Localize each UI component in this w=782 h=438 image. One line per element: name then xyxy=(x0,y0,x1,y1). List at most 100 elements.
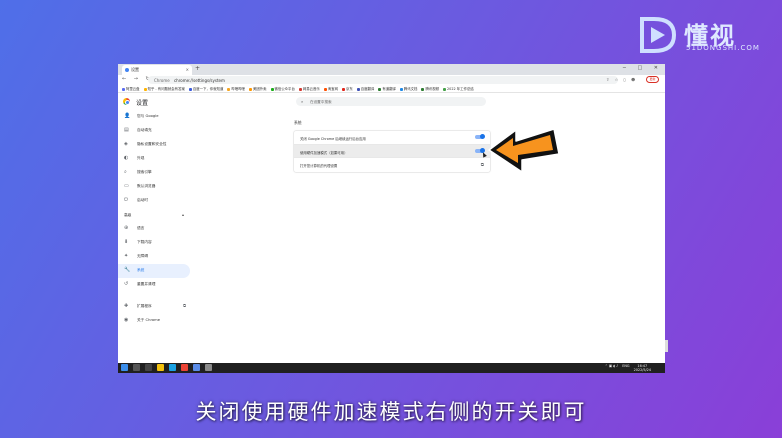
sidebar-item[interactable]: ▤ 自动填充 xyxy=(118,124,190,138)
clock[interactable]: 16:47 2022/5/24 xyxy=(634,364,651,372)
bookmark-label: 腾讯文档 xyxy=(403,87,418,91)
sidebar-item-label: 外观 xyxy=(137,156,145,160)
settings-row[interactable]: 打开您计算机的代理设置 ⧉ xyxy=(294,158,490,172)
bookmark-item[interactable]: 哔哩哔哩 xyxy=(227,85,245,92)
bookmark-item[interactable]: 网易云音乐 xyxy=(298,85,320,92)
sidebar-item-label: 隐私设置和安全性 xyxy=(137,142,167,146)
system-tray: ⌃ ▣ ◖ ♪ ENG 16:47 2022/5/24 xyxy=(605,364,651,372)
settings-icon[interactable] xyxy=(205,364,212,371)
shield-icon: ◈ xyxy=(124,141,128,147)
clock-date: 2022/5/24 xyxy=(633,367,651,372)
background-apps-toggle[interactable] xyxy=(475,134,485,140)
bookmark-item[interactable]: 京东 xyxy=(341,85,353,92)
sidebar-item-label: 语言 xyxy=(137,226,145,230)
search-icon[interactable] xyxy=(133,364,140,371)
close-tab-icon[interactable]: × xyxy=(186,67,189,72)
bookmark-label: 微信公众平台 xyxy=(274,87,295,91)
bookmark-item[interactable]: 知乎 - 有问题就会有答案 xyxy=(143,85,185,92)
advanced-label: 高级 xyxy=(124,213,132,217)
settings-sidebar: 👤 您与 Google ▤ 自动填充 ◈ 隐私设置和安全性 ◐ 外观 ⌕ 搜索引擎 ▭ 默认浏览器 ⏻ 启… xyxy=(118,110,190,328)
bookmark-item[interactable]: 美团外卖 xyxy=(248,85,267,92)
bookmark-label: 百度一下，你就知道 xyxy=(192,87,224,91)
update-button[interactable]: 更新 xyxy=(646,76,659,83)
chevron-up-icon: ▴ xyxy=(181,212,184,217)
taskbar-apps xyxy=(121,364,217,373)
tray-icons[interactable]: ⌃ ▣ ◖ ♪ xyxy=(605,364,618,368)
tab-settings[interactable]: 设置 × xyxy=(122,65,192,75)
sidebar-item[interactable]: ⌕ 搜索引擎 xyxy=(118,166,190,180)
edge-icon[interactable] xyxy=(169,364,176,371)
open-external-icon: ⧉ xyxy=(183,303,186,308)
bookmark-favicon-icon xyxy=(143,87,147,91)
sidebar-item[interactable]: ⊕ 语言 xyxy=(118,222,190,236)
toolbar-icons[interactable]: ⇪ ☆ ▯ ☻ xyxy=(606,77,637,82)
search-icon: ⌕ xyxy=(124,169,127,175)
bookmark-label: 哔哩哔哩 xyxy=(231,87,245,91)
open-external-icon[interactable]: ⧉ xyxy=(481,162,484,168)
sidebar-item[interactable]: ✚ 扩展程序 ⧉ xyxy=(118,300,190,314)
sidebar-item[interactable]: ⬇ 下载内容 xyxy=(118,236,190,250)
globe-icon: ⊕ xyxy=(124,225,129,231)
bookmark-item[interactable]: 2022 年工作总结 xyxy=(443,85,474,92)
new-tab-button[interactable]: + xyxy=(195,65,200,72)
settings-row[interactable]: 关闭 Google Chrome 后继续运行后台应用 xyxy=(294,131,490,145)
sidebar-item[interactable]: ✦ 无障碍 xyxy=(118,250,190,264)
sidebar-item-label: 扩展程序 xyxy=(137,304,152,308)
photos-icon[interactable] xyxy=(193,364,200,371)
address-site-chip: Chrome xyxy=(154,78,170,83)
bookmark-item[interactable]: 有道翻译 xyxy=(378,85,396,92)
taskview-icon[interactable] xyxy=(145,364,152,371)
bookmark-item[interactable]: 淘宝网 xyxy=(323,85,338,92)
chrome-icon[interactable] xyxy=(181,364,188,371)
bookmark-label: 美团外卖 xyxy=(252,87,267,91)
sidebar-item[interactable]: ◈ 隐私设置和安全性 xyxy=(118,138,190,152)
settings-row-label: 打开您计算机的代理设置 xyxy=(300,164,338,168)
bookmark-item[interactable]: 腾讯视频 xyxy=(421,85,439,92)
sidebar-item-label: 系统 xyxy=(137,268,145,272)
window-controls[interactable]: ─ □ ✕ xyxy=(623,65,663,71)
settings-search-input[interactable]: ⌕ 在设置中搜索 xyxy=(296,97,486,106)
puzzle-icon: ✚ xyxy=(124,303,129,309)
sidebar-item[interactable]: ▭ 默认浏览器 xyxy=(118,180,190,194)
settings-content: 系统 关闭 Google Chrome 后继续运行后台应用 使用硬件加速模式（如果… xyxy=(294,120,490,172)
bookmark-favicon-icon xyxy=(399,87,403,91)
start-icon[interactable] xyxy=(121,364,128,371)
dongshi-logo: 懂视 51DONGSHI.COM xyxy=(638,14,759,56)
person-icon: 👤 xyxy=(124,113,131,119)
sidebar-item[interactable]: 🔧 系统 xyxy=(118,264,190,278)
wrench-icon: 🔧 xyxy=(124,267,131,273)
settings-row[interactable]: 使用硬件加速模式（如果可用） xyxy=(294,144,490,158)
bookmark-item[interactable]: 腾讯文档 xyxy=(399,85,418,92)
bookmarks-bar: 阿里云盘 知乎 - 有问题就会有答案 百度一下，你就知道 哔哩哔哩 美团外卖 微信公众平台… xyxy=(118,85,665,93)
sidebar-item[interactable]: ◉ 关于 Chrome xyxy=(118,314,190,328)
section-title: 系统 xyxy=(294,120,302,125)
reset-icon: ↺ xyxy=(124,281,129,287)
windows-taskbar: ⌃ ▣ ◖ ♪ ENG 16:47 2022/5/24 xyxy=(118,363,665,373)
bookmark-favicon-icon xyxy=(341,87,345,91)
bookmark-label: 淘宝网 xyxy=(327,87,338,91)
bookmark-item[interactable]: 百度一下，你就知道 xyxy=(188,85,224,92)
sidebar-advanced-group[interactable]: 高级 ▴ xyxy=(118,208,190,222)
sidebar-item[interactable]: 👤 您与 Google xyxy=(118,110,190,124)
sidebar-item[interactable]: ⏻ 启动时 xyxy=(118,194,190,208)
sidebar-item[interactable]: ◐ 外观 xyxy=(118,152,190,166)
tab-strip: 设置 × + ─ □ ✕ xyxy=(118,64,665,75)
download-icon: ⬇ xyxy=(124,239,129,245)
sidebar-item-label: 启动时 xyxy=(137,198,149,202)
search-placeholder: 在设置中搜索 xyxy=(310,99,332,104)
bookmark-item[interactable]: 阿里云盘 xyxy=(122,85,140,92)
bookmark-favicon-icon xyxy=(378,87,382,91)
bookmark-favicon-icon xyxy=(356,87,360,91)
bookmark-item[interactable]: 微信公众平台 xyxy=(270,85,295,92)
bookmark-favicon-icon xyxy=(122,87,125,91)
autofill-icon: ▤ xyxy=(124,127,129,133)
address-toolbar: ← → ↻ Chrome chrome://settings/system ⇪ … xyxy=(118,75,665,85)
bookmark-favicon-icon xyxy=(421,87,425,91)
sidebar-item-label: 默认浏览器 xyxy=(137,184,156,188)
address-bar[interactable]: Chrome chrome://settings/system xyxy=(148,76,618,84)
explorer-icon[interactable] xyxy=(157,364,164,371)
bookmark-item[interactable]: 百度翻译 xyxy=(356,85,374,92)
language-indicator[interactable]: ENG xyxy=(622,364,629,368)
sidebar-item-label: 下载内容 xyxy=(137,240,152,244)
sidebar-item[interactable]: ↺ 重置并清理 xyxy=(118,278,190,292)
